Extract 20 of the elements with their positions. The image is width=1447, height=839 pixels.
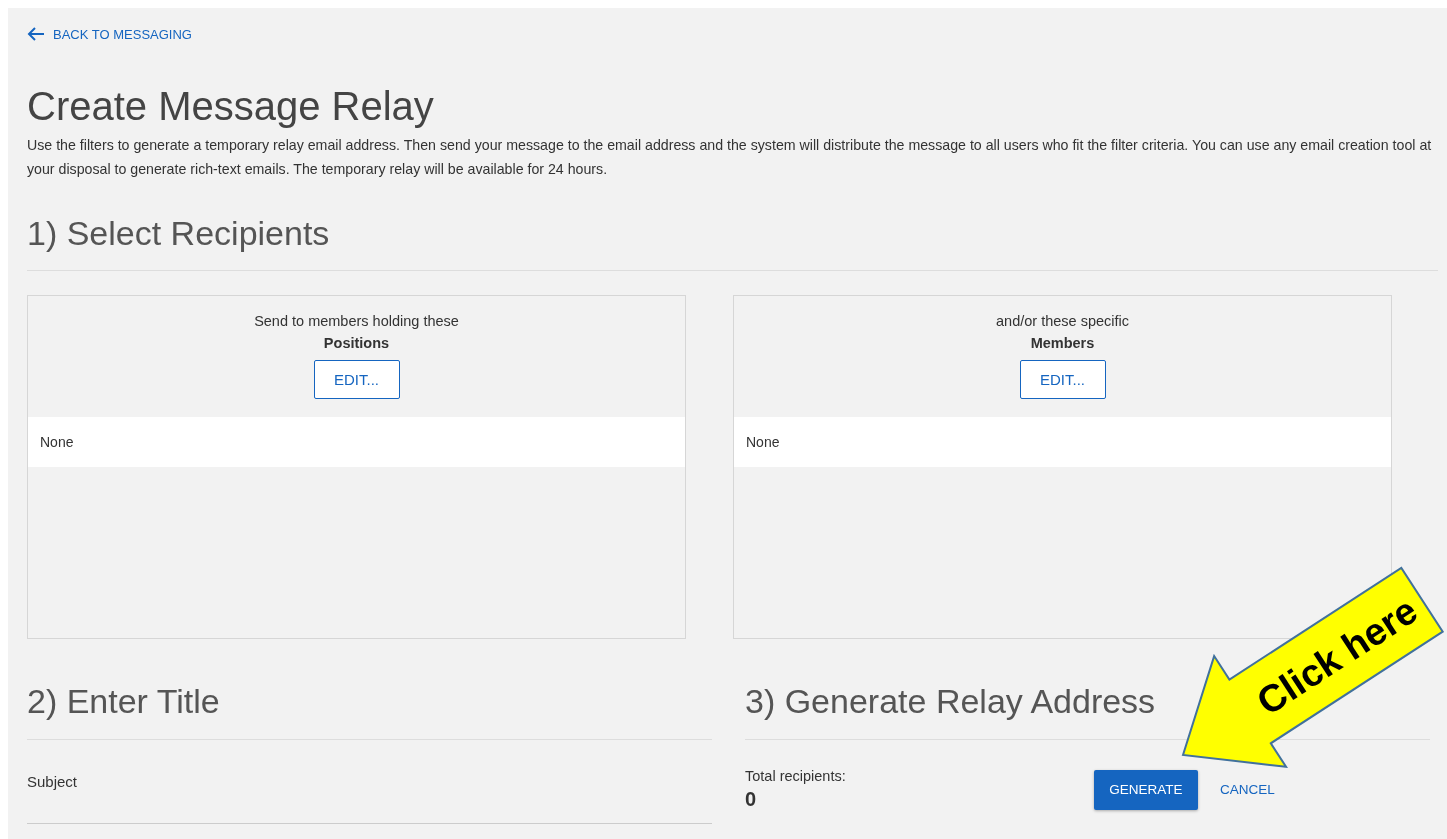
back-arrow-icon	[27, 27, 45, 41]
total-label: Total recipients:	[745, 768, 847, 784]
back-link[interactable]: BACK TO MESSAGING	[27, 26, 192, 42]
generate-button[interactable]: GENERATE	[1094, 769, 1198, 810]
total-value: 0	[745, 788, 758, 811]
panel-label: Members	[1030, 334, 1095, 353]
panel-caption: Send to members holding these	[254, 312, 459, 331]
callout-text: Click here	[1249, 589, 1425, 724]
section-heading: 1) Select Recipients	[27, 213, 331, 253]
page-title: Create Message Relay	[27, 83, 435, 129]
cancel-button[interactable]: CANCEL	[1218, 778, 1277, 801]
section-heading: 2) Enter Title	[27, 681, 221, 721]
panel-caption: and/or these specific	[996, 312, 1129, 331]
page-description: Use the filters to generate a temporary relay email address. Then send your message to the email address and the system will distribute the message to all users who fit the filter criteria. You can use any email creation tool at your disposal to generate rich-text emails. The temporary relay will be available for 24 hours.	[27, 136, 1433, 179]
edit-button[interactable]: EDIT...	[1019, 360, 1106, 399]
list-item: None	[28, 417, 685, 467]
panel-label: Positions	[323, 334, 390, 353]
list-item: None	[734, 417, 1391, 467]
edit-button[interactable]: EDIT...	[313, 360, 400, 399]
subject-field[interactable]: Subject	[27, 740, 712, 824]
